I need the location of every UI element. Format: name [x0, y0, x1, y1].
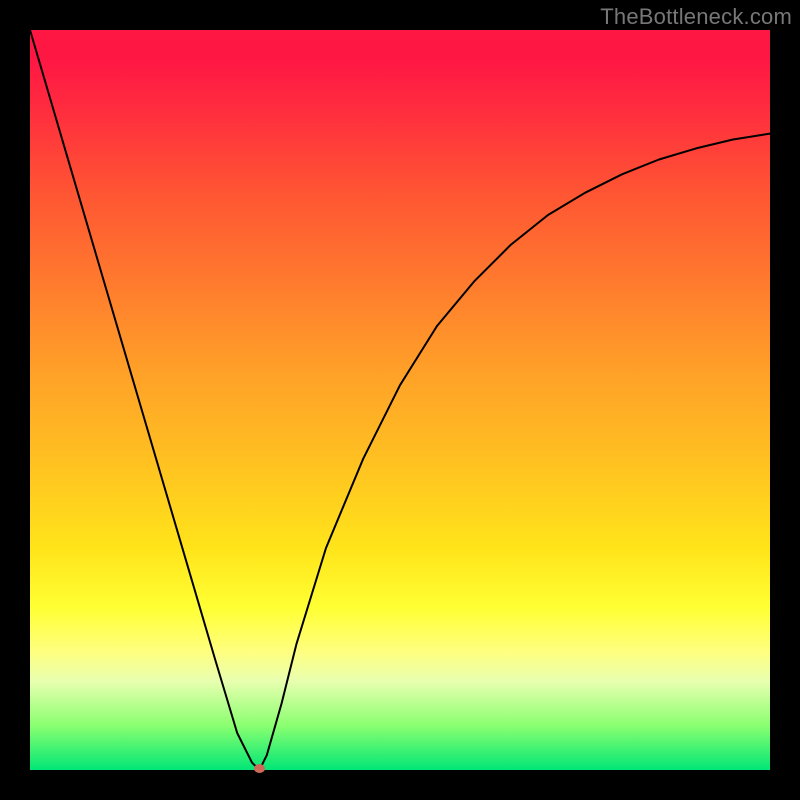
- bottleneck-curve: [30, 30, 770, 770]
- chart-plot-area: [30, 30, 770, 770]
- optimal-point-marker: [254, 764, 265, 773]
- watermark-text: TheBottleneck.com: [600, 4, 792, 30]
